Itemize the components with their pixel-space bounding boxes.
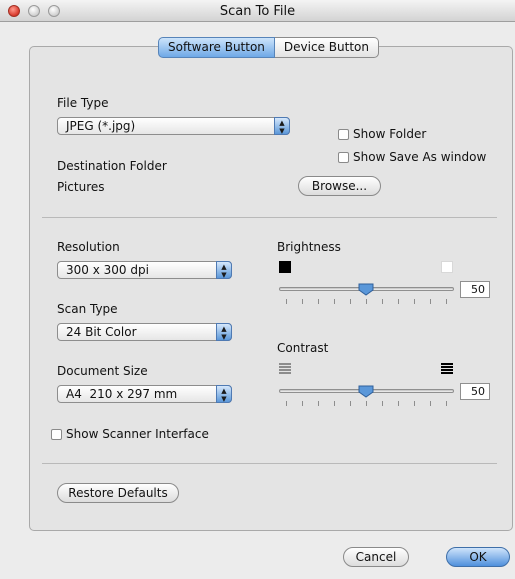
popup-arrows-icon: ▲ ▼ bbox=[216, 323, 232, 341]
resolution-popup[interactable]: 300 x 300 dpi ▲ ▼ bbox=[57, 261, 232, 279]
scan-type-value: 24 Bit Color bbox=[66, 325, 137, 339]
popup-arrows-icon: ▲ ▼ bbox=[216, 385, 232, 403]
black-lines-icon bbox=[441, 363, 453, 375]
divider-bottom bbox=[42, 463, 497, 464]
contrast-slider-thumb[interactable] bbox=[358, 385, 374, 398]
file-type-popup[interactable]: JPEG (*.jpg) ▲ ▼ bbox=[57, 117, 290, 135]
show-scanner-interface-label: Show Scanner Interface bbox=[66, 427, 209, 441]
show-save-as-checkbox[interactable]: Show Save As window bbox=[338, 150, 486, 164]
show-folder-box[interactable] bbox=[338, 128, 349, 140]
file-type-value: JPEG (*.jpg) bbox=[66, 119, 136, 133]
title-bar: Scan To File bbox=[0, 0, 515, 22]
contrast-value-field[interactable]: 50 bbox=[460, 383, 490, 400]
show-save-as-label: Show Save As window bbox=[353, 150, 487, 164]
destination-folder-value: Pictures bbox=[57, 180, 105, 194]
show-scanner-interface-checkbox[interactable]: Show Scanner Interface bbox=[51, 427, 209, 441]
document-size-label: Document Size bbox=[57, 364, 148, 378]
brightness-value-field[interactable]: 50 bbox=[460, 281, 490, 298]
cancel-button[interactable]: Cancel bbox=[343, 547, 409, 567]
show-folder-label: Show Folder bbox=[353, 127, 427, 141]
popup-arrows-icon: ▲ ▼ bbox=[274, 117, 290, 135]
restore-defaults-button[interactable]: Restore Defaults bbox=[57, 483, 179, 503]
white-square-icon bbox=[441, 261, 453, 273]
resolution-value: 300 x 300 dpi bbox=[66, 263, 149, 277]
tab-device-button[interactable]: Device Button bbox=[274, 37, 379, 58]
show-save-as-box[interactable] bbox=[338, 151, 349, 163]
divider-top bbox=[42, 217, 497, 218]
show-folder-checkbox[interactable]: Show Folder bbox=[338, 127, 426, 141]
brightness-slider-thumb[interactable] bbox=[358, 283, 374, 296]
window-title: Scan To File bbox=[219, 4, 296, 19]
contrast-ticks bbox=[279, 401, 454, 407]
brightness-ticks bbox=[279, 299, 454, 305]
scan-to-file-window: Scan To File Software Button Device Butt… bbox=[0, 0, 515, 579]
brightness-label: Brightness bbox=[277, 240, 341, 254]
show-scanner-interface-box[interactable] bbox=[51, 428, 62, 440]
tab-bar: Software Button Device Button bbox=[158, 37, 379, 58]
scan-type-popup[interactable]: 24 Bit Color ▲ ▼ bbox=[57, 323, 232, 341]
tab-software-button[interactable]: Software Button bbox=[158, 37, 275, 58]
contrast-label: Contrast bbox=[277, 341, 329, 355]
document-size-popup[interactable]: A4 210 x 297 mm ▲ ▼ bbox=[57, 385, 232, 403]
file-type-label: File Type bbox=[57, 96, 109, 110]
resolution-label: Resolution bbox=[57, 240, 120, 254]
gray-lines-icon bbox=[279, 363, 291, 375]
browse-button[interactable]: Browse... bbox=[298, 176, 381, 196]
scan-type-label: Scan Type bbox=[57, 302, 118, 316]
popup-arrows-icon: ▲ ▼ bbox=[216, 261, 232, 279]
black-square-icon bbox=[279, 261, 291, 273]
ok-button[interactable]: OK bbox=[446, 547, 510, 567]
destination-folder-label: Destination Folder bbox=[57, 159, 167, 173]
document-size-value: A4 210 x 297 mm bbox=[66, 387, 178, 401]
